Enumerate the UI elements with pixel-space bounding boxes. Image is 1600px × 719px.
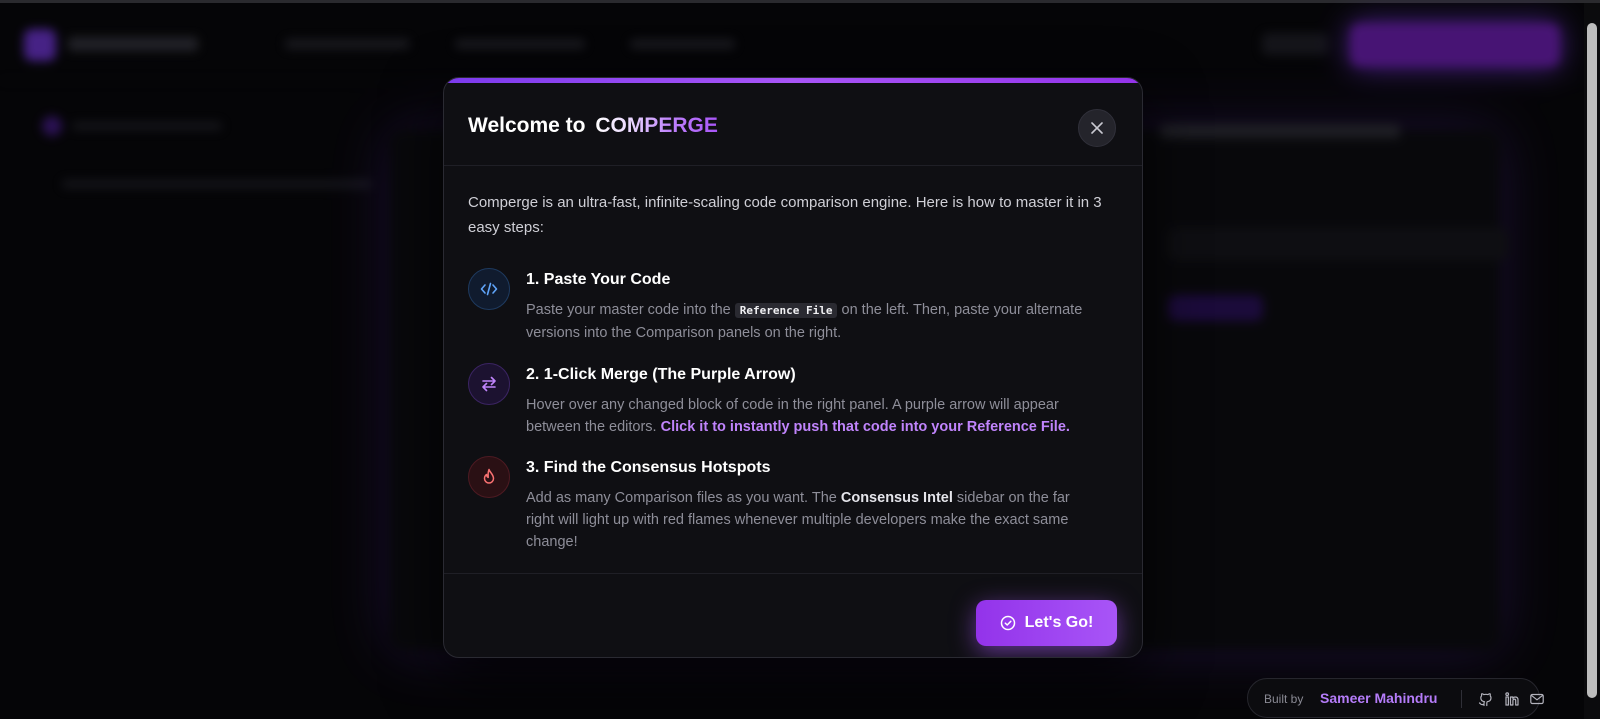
- check-circle-icon: [1000, 615, 1015, 631]
- credit-divider: [1461, 690, 1462, 708]
- mail-icon: [1530, 693, 1544, 705]
- background-nav-item: [285, 39, 410, 49]
- step-3-title: 3. Find the Consensus Hotspots: [526, 459, 771, 476]
- step-3-icon-badge: [468, 456, 510, 498]
- window-top-border: [0, 0, 1600, 3]
- modal-title: Welcome to COMPERGE: [468, 114, 718, 138]
- reference-file-code-chip: Reference File: [734, 303, 838, 318]
- mail-link[interactable]: [1527, 689, 1547, 709]
- step-2-description: Hover over any changed block of code in …: [526, 394, 1096, 438]
- background-sidebar-box: [1168, 228, 1508, 260]
- background-nav-item: [630, 39, 735, 49]
- step-1-title: 1. Paste Your Code: [526, 271, 671, 288]
- step-1-description: Paste your master code into the Referenc…: [526, 299, 1096, 344]
- step-3-description: Add as many Comparison files as you want…: [526, 487, 1096, 553]
- background-brand: [68, 37, 198, 51]
- modal-body: Comperge is an ultra-fast, infinite-scal…: [444, 166, 1142, 574]
- github-link[interactable]: [1475, 689, 1495, 709]
- github-icon: [1478, 693, 1492, 707]
- built-by-label: Built by: [1264, 692, 1304, 706]
- background-header: [0, 3, 1584, 81]
- author-link[interactable]: Sameer Mahindru: [1320, 690, 1437, 706]
- step-2-icon-badge: [468, 363, 510, 405]
- code-icon: [480, 282, 498, 296]
- step-3-text: Add as many Comparison files as you want…: [526, 490, 837, 506]
- modal-title-prefix: Welcome to: [468, 114, 586, 137]
- close-button[interactable]: [1078, 109, 1116, 147]
- step-1-text: Paste your master code into the: [526, 302, 731, 318]
- modal-intro: Comperge is an ultra-fast, infinite-scal…: [468, 194, 1102, 236]
- background-nav-item: [455, 39, 585, 49]
- scrollbar-thumb[interactable]: [1587, 23, 1597, 698]
- consensus-intel-label: Consensus Intel: [840, 490, 953, 506]
- swap-arrows-icon: [482, 376, 496, 392]
- background-sidebar-title: [1160, 124, 1400, 138]
- lets-go-button[interactable]: Let's Go!: [976, 600, 1117, 646]
- background-sidebar-chip: [1168, 295, 1263, 321]
- modal-footer: Let's Go!: [444, 574, 1142, 657]
- background-header-button: [1262, 33, 1328, 55]
- credit-pill: Built by Sameer Mahindru: [1247, 678, 1544, 718]
- step-1-icon-badge: [468, 268, 510, 310]
- welcome-modal: Welcome to COMPERGE Comperge is an ultra…: [443, 77, 1143, 658]
- flame-icon: [483, 468, 495, 484]
- step-2-title: 2. 1-Click Merge (The Purple Arrow): [526, 366, 796, 383]
- modal-header: Welcome to COMPERGE: [444, 83, 1142, 166]
- step-2-highlight: Click it to instantly push that code int…: [660, 419, 1070, 435]
- background-left-line: [72, 122, 222, 130]
- background-cta-button: [1350, 23, 1560, 67]
- modal-title-brand: COMPERGE: [595, 114, 718, 137]
- close-icon: [1091, 122, 1103, 134]
- linkedin-link[interactable]: [1502, 689, 1522, 709]
- background-left-dot: [42, 116, 62, 136]
- lets-go-label: Let's Go!: [1024, 614, 1094, 631]
- page-scrollbar[interactable]: [1584, 3, 1600, 719]
- background-logo: [24, 29, 56, 61]
- linkedin-icon: [1505, 692, 1519, 706]
- background-left-line: [62, 180, 372, 188]
